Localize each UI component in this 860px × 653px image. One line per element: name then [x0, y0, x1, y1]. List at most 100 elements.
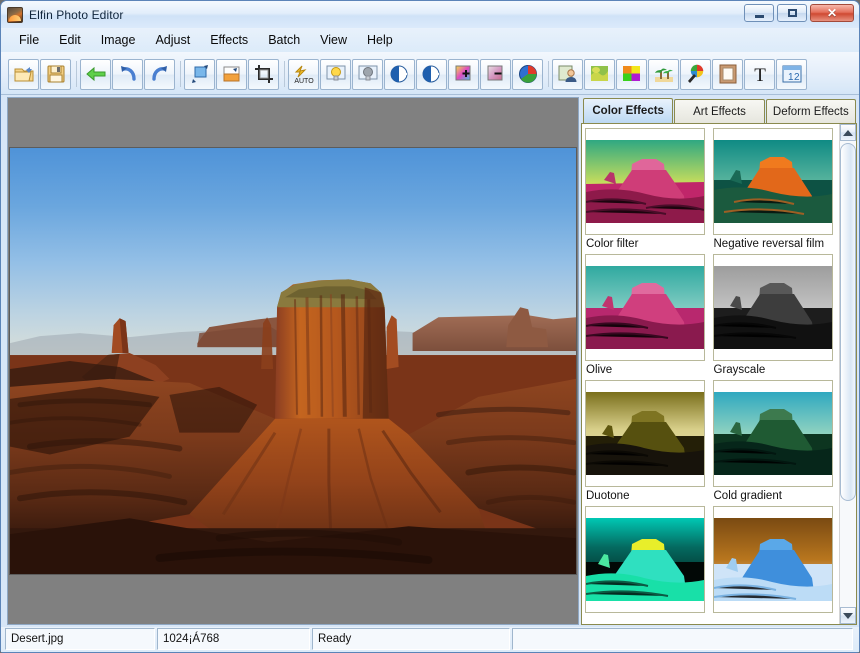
contrast-up-icon [389, 63, 411, 85]
saturation-up-icon [453, 63, 475, 85]
menu-item-view[interactable]: View [310, 30, 357, 50]
scroll-up-button[interactable] [840, 124, 856, 141]
canvas-size-button[interactable] [216, 59, 247, 90]
art-effects-button[interactable] [584, 59, 615, 90]
app-photo-icon [7, 7, 23, 23]
canvas-size-icon [221, 63, 243, 85]
brightness-down-button[interactable] [352, 59, 383, 90]
effect-thumb-label: Grayscale [713, 361, 833, 380]
resize-image-button[interactable] [184, 59, 215, 90]
portrait-effects-button[interactable] [552, 59, 583, 90]
contrast-up-button[interactable] [384, 59, 415, 90]
effects-tabstrip: Color Effects Art Effects Deform Effects [581, 97, 857, 123]
batch-rename-icon: 1 2 [781, 63, 803, 85]
scroll-down-button[interactable] [840, 607, 856, 624]
save-file-button[interactable] [40, 59, 71, 90]
effect-preview-negative [714, 140, 832, 223]
auto-adjust-button[interactable]: AUTO [288, 59, 319, 90]
tab-art-effects[interactable]: Art Effects [674, 99, 764, 123]
effect-thumb-label: Olive [585, 361, 705, 380]
effect-thumb-grayscale[interactable]: Grayscale [713, 254, 833, 380]
close-icon: ✕ [827, 7, 837, 19]
effect-thumb-box[interactable] [713, 254, 833, 361]
close-button[interactable]: ✕ [810, 4, 854, 22]
menu-item-effects[interactable]: Effects [200, 30, 258, 50]
status-bar: Desert.jpg 1024¡Á768 Ready [1, 627, 859, 652]
color-balance-icon [517, 63, 539, 85]
effect-thumb-box[interactable] [585, 380, 705, 487]
menu-item-file[interactable]: File [9, 30, 49, 50]
effects-panel: Color Effects Art Effects Deform Effects [581, 97, 857, 625]
menu-item-image[interactable]: Image [91, 30, 146, 50]
text-tool-button[interactable]: T [744, 59, 775, 90]
effect-thumb-color-filter[interactable]: Color filter [585, 128, 705, 254]
effect-thumb-box[interactable] [713, 380, 833, 487]
batch-rename-button[interactable]: 1 2 [776, 59, 807, 90]
effect-thumb-box[interactable] [585, 506, 705, 613]
effect-thumb-box[interactable] [713, 506, 833, 613]
menu-item-edit[interactable]: Edit [49, 30, 91, 50]
content-area: Color Effects Art Effects Deform Effects [1, 95, 859, 627]
effects-vertical-scrollbar[interactable] [839, 124, 856, 624]
effect-thumb-label [585, 613, 705, 620]
redo-button[interactable] [144, 59, 175, 90]
effect-thumb-neon[interactable] [585, 506, 705, 620]
effect-thumb-label: Negative reversal film [713, 235, 833, 254]
back-button[interactable] [80, 59, 111, 90]
saturation-up-button[interactable] [448, 59, 479, 90]
effect-preview-neon [586, 518, 704, 601]
image-canvas[interactable] [7, 97, 579, 625]
undo-icon [117, 63, 139, 85]
open-file-button[interactable] [8, 59, 39, 90]
toolbar-separator [280, 59, 288, 90]
scrollbar-track[interactable] [840, 141, 856, 607]
effect-thumb-label: Cold gradient [713, 487, 833, 506]
effect-thumb-box[interactable] [585, 128, 705, 235]
window-title: Elfin Photo Editor [29, 8, 124, 22]
effects-thumb-scrollarea[interactable]: Color filter [582, 124, 839, 624]
menu-bar: File Edit Image Adjust Effects Batch Vie… [1, 28, 859, 52]
contrast-down-icon [421, 63, 443, 85]
color-effects-button[interactable] [616, 59, 647, 90]
effect-thumb-negative-reversal-film[interactable]: Negative reversal film [713, 128, 833, 254]
brightness-up-button[interactable] [320, 59, 351, 90]
contrast-down-button[interactable] [416, 59, 447, 90]
toolbar-separator [72, 59, 80, 90]
toolbar-separator [544, 59, 552, 90]
saturation-down-button[interactable] [480, 59, 511, 90]
effect-preview-color-filter [586, 140, 704, 223]
effect-thumb-cold-gradient[interactable]: Cold gradient [713, 380, 833, 506]
tab-deform-effects[interactable]: Deform Effects [766, 99, 856, 123]
photo-desert[interactable] [9, 147, 577, 575]
app-window: Elfin Photo Editor ✕ File Edit Image Adj… [0, 0, 860, 653]
back-arrow-icon [85, 63, 107, 85]
tab-color-effects[interactable]: Color Effects [583, 98, 673, 123]
svg-text:AUTO: AUTO [294, 78, 314, 85]
effect-thumb-box[interactable] [713, 128, 833, 235]
status-file-name: Desert.jpg [5, 628, 155, 650]
redo-icon [149, 63, 171, 85]
frame-button[interactable] [712, 59, 743, 90]
effect-thumb-olive[interactable]: Olive [585, 254, 705, 380]
magic-wand-button[interactable] [680, 59, 711, 90]
undo-button[interactable] [112, 59, 143, 90]
menu-item-help[interactable]: Help [357, 30, 403, 50]
effect-thumb-ice[interactable] [713, 506, 833, 620]
menu-item-adjust[interactable]: Adjust [145, 30, 200, 50]
menu-item-batch[interactable]: Batch [258, 30, 310, 50]
open-file-icon [13, 63, 35, 85]
toolbar-separator [176, 59, 184, 90]
scene-effects-button[interactable] [648, 59, 679, 90]
frame-icon [717, 63, 739, 85]
effect-thumb-box[interactable] [585, 254, 705, 361]
crop-icon [253, 63, 275, 85]
status-dimensions: 1024¡Á768 [157, 628, 310, 650]
minimize-button[interactable] [744, 4, 774, 22]
scrollbar-thumb[interactable] [840, 143, 856, 501]
status-state: Ready [312, 628, 510, 650]
crop-button[interactable] [248, 59, 279, 90]
color-balance-button[interactable] [512, 59, 543, 90]
effect-preview-ice [714, 518, 832, 601]
maximize-button[interactable] [777, 4, 807, 22]
effect-thumb-duotone[interactable]: Duotone [585, 380, 705, 506]
